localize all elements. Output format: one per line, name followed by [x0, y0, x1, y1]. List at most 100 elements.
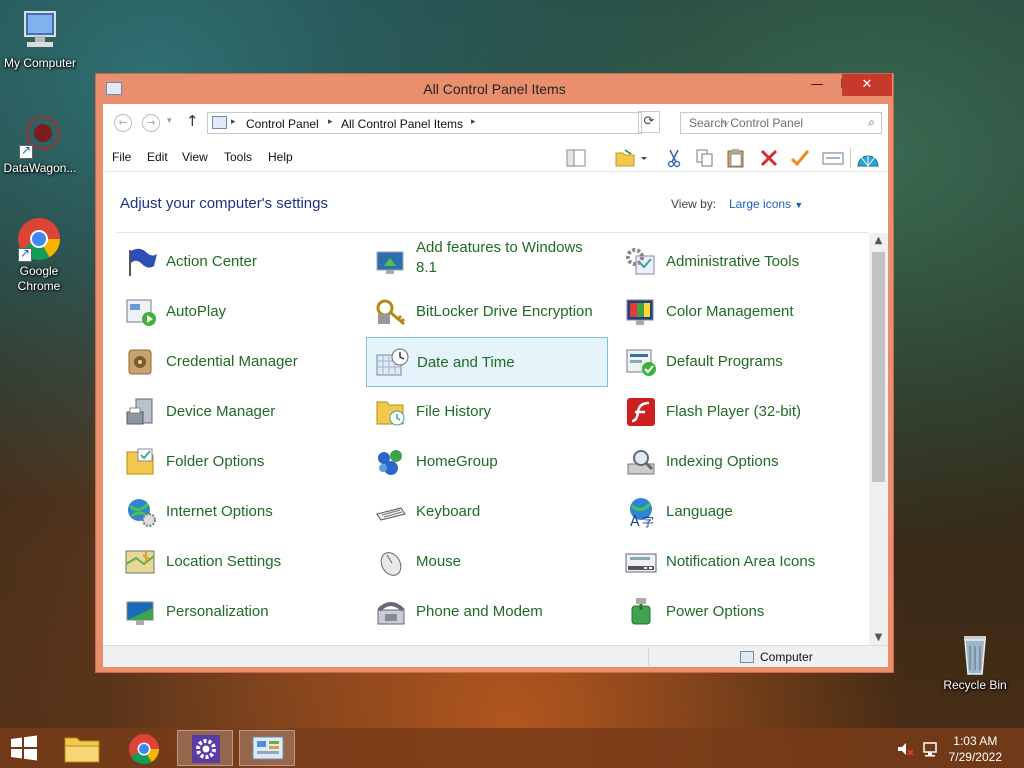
control-panel-item[interactable]: Flash Player (32-bit)	[616, 387, 858, 437]
delete-icon[interactable]	[758, 148, 780, 168]
window-client-area: ← → ▾ ↑ ▸ Control Panel ▸ All Control Pa…	[103, 104, 888, 667]
menu-edit[interactable]: Edit	[147, 150, 168, 164]
control-panel-item-label: AutoPlay	[166, 303, 227, 320]
search-input[interactable]: Search Control Panel ⌕	[680, 112, 882, 134]
control-panel-item[interactable]: Action Center	[116, 237, 358, 287]
control-panel-item-label: Action Center	[166, 253, 257, 270]
breadcrumb-chevron-icon[interactable]: ▸	[328, 116, 333, 127]
network-icon[interactable]	[921, 740, 939, 758]
search-icon[interactable]: ⌕	[868, 115, 875, 130]
refresh-button[interactable]: ⟳	[638, 111, 660, 133]
properties-icon[interactable]	[822, 148, 844, 168]
scroll-up-arrow-icon[interactable]: ▲	[869, 235, 888, 246]
taskbar-file-explorer[interactable]	[55, 730, 111, 766]
taskbar: 1:03 AM 7/29/2022	[0, 728, 1024, 768]
breadcrumb-chevron-icon[interactable]: ▸	[471, 116, 476, 127]
control-panel-item[interactable]: Folder Options	[116, 437, 358, 487]
control-panel-item-label: Location Settings	[166, 553, 282, 570]
magnifier-index-icon	[624, 446, 658, 478]
taskbar-control-panel[interactable]	[239, 730, 295, 766]
scrollbar-thumb[interactable]	[872, 252, 885, 482]
control-panel-item[interactable]: Color Management	[616, 287, 858, 337]
desktop-icon-datawagon[interactable]: DataWagon...	[0, 113, 80, 176]
toolbar-divider	[850, 148, 851, 168]
color-monitor-icon	[624, 296, 658, 328]
control-panel-item-label: File History	[416, 403, 492, 420]
power-icon	[624, 596, 658, 628]
status-bar: Computer	[103, 645, 888, 667]
control-panel-item[interactable]: Power Options	[616, 587, 858, 637]
flash-icon	[624, 396, 658, 428]
breadcrumb-chevron-icon[interactable]: ▸	[231, 116, 236, 127]
desktop-icon-my-computer[interactable]: My Computer	[0, 8, 80, 71]
chrome-icon	[129, 734, 159, 765]
menu-tools[interactable]: Tools	[224, 150, 252, 164]
control-panel-item[interactable]: Notification Area Icons	[616, 537, 858, 587]
menu-view[interactable]: View	[182, 150, 208, 164]
vault-icon	[124, 346, 158, 378]
scroll-down-arrow-icon[interactable]: ▼	[869, 632, 888, 643]
shell-icon[interactable]	[855, 148, 879, 168]
monitor-upgrade-icon	[374, 246, 408, 278]
gear-icon	[192, 735, 220, 763]
taskbar-chrome[interactable]	[116, 730, 172, 766]
recycle-bin-icon	[952, 630, 998, 676]
clock-time: 1:03 AM	[953, 734, 998, 748]
control-panel-item[interactable]: Device Manager	[116, 387, 358, 437]
control-panel-item[interactable]: BitLocker Drive Encryption	[366, 287, 608, 337]
file-explorer-icon	[64, 737, 100, 763]
control-panel-item[interactable]: HomeGroup	[366, 437, 608, 487]
control-panel-item[interactable]: Default Programs	[616, 337, 858, 387]
folder-dropdown-chevron-icon[interactable]	[638, 148, 650, 168]
back-arrow-icon[interactable]: ←	[114, 114, 132, 132]
cut-icon[interactable]	[663, 148, 685, 168]
view-by-dropdown[interactable]: Large icons ▼	[729, 197, 803, 211]
vertical-scrollbar[interactable]: ▲ ▼	[869, 233, 888, 645]
control-panel-item[interactable]: Add features to Windows 8.1	[366, 237, 608, 287]
control-panel-item[interactable]: Location Settings	[116, 537, 358, 587]
control-panel-item[interactable]: Administrative Tools	[616, 237, 858, 287]
control-panel-item-label: Indexing Options	[666, 453, 779, 470]
taskbar-settings[interactable]	[177, 730, 233, 766]
control-panel-window: All Control Panel Items — ☐ ✕ ← → ▾ ↑ ▸ …	[95, 73, 894, 673]
control-panel-item[interactable]: Credential Manager	[116, 337, 358, 387]
desktop-icon-google-chrome[interactable]: Google Chrome	[0, 216, 80, 294]
desktop-icon-label: DataWagon...	[3, 161, 77, 175]
control-panel-item[interactable]: Date and Time	[366, 337, 608, 387]
paste-icon[interactable]	[725, 148, 747, 168]
up-arrow-icon[interactable]: ↑	[186, 112, 199, 130]
control-panel-item[interactable]: Personalization	[116, 587, 358, 637]
close-button[interactable]: ✕	[842, 74, 892, 96]
windows-logo-icon	[11, 735, 37, 761]
breadcrumb-control-panel[interactable]: Control Panel	[246, 117, 319, 131]
control-panel-item[interactable]: A 字 Language	[616, 487, 858, 537]
control-panel-item[interactable]: File History	[366, 387, 608, 437]
control-panel-item-label: BitLocker Drive Encryption	[416, 303, 593, 320]
volume-muted-icon[interactable]	[896, 740, 914, 758]
control-panel-item[interactable]: Internet Options	[116, 487, 358, 537]
forward-arrow-icon[interactable]: →	[142, 114, 160, 132]
preview-pane-icon[interactable]	[565, 148, 587, 168]
system-clock[interactable]: 1:03 AM 7/29/2022	[949, 733, 1002, 765]
folder-icon[interactable]	[614, 148, 636, 168]
control-panel-item[interactable]: Phone and Modem	[366, 587, 608, 637]
desktop-icon-recycle-bin[interactable]: Recycle Bin	[935, 630, 1015, 693]
address-bar[interactable]: ▸ Control Panel ▸ All Control Panel Item…	[207, 112, 730, 134]
breadcrumb-all-items[interactable]: All Control Panel Items	[341, 117, 463, 131]
control-panel-item[interactable]: AutoPlay	[116, 287, 358, 337]
menu-help[interactable]: Help	[268, 150, 293, 164]
control-panel-item[interactable]: Keyboard	[366, 487, 608, 537]
title-bar[interactable]: All Control Panel Items — ☐ ✕	[96, 74, 893, 104]
control-panel-item[interactable]: Indexing Options	[616, 437, 858, 487]
control-panel-item[interactable]: Mouse	[366, 537, 608, 587]
globe-gear-icon	[124, 496, 158, 528]
menu-file[interactable]: File	[112, 150, 131, 164]
gear-tools-icon	[624, 246, 658, 278]
checkmark-icon[interactable]	[789, 148, 811, 168]
start-button[interactable]	[0, 730, 48, 766]
copy-icon[interactable]	[694, 148, 716, 168]
recent-locations-chevron-icon[interactable]: ▾	[167, 116, 172, 126]
notification-icon	[624, 546, 658, 578]
minimize-button[interactable]: —	[802, 74, 832, 96]
computer-icon	[740, 651, 754, 663]
